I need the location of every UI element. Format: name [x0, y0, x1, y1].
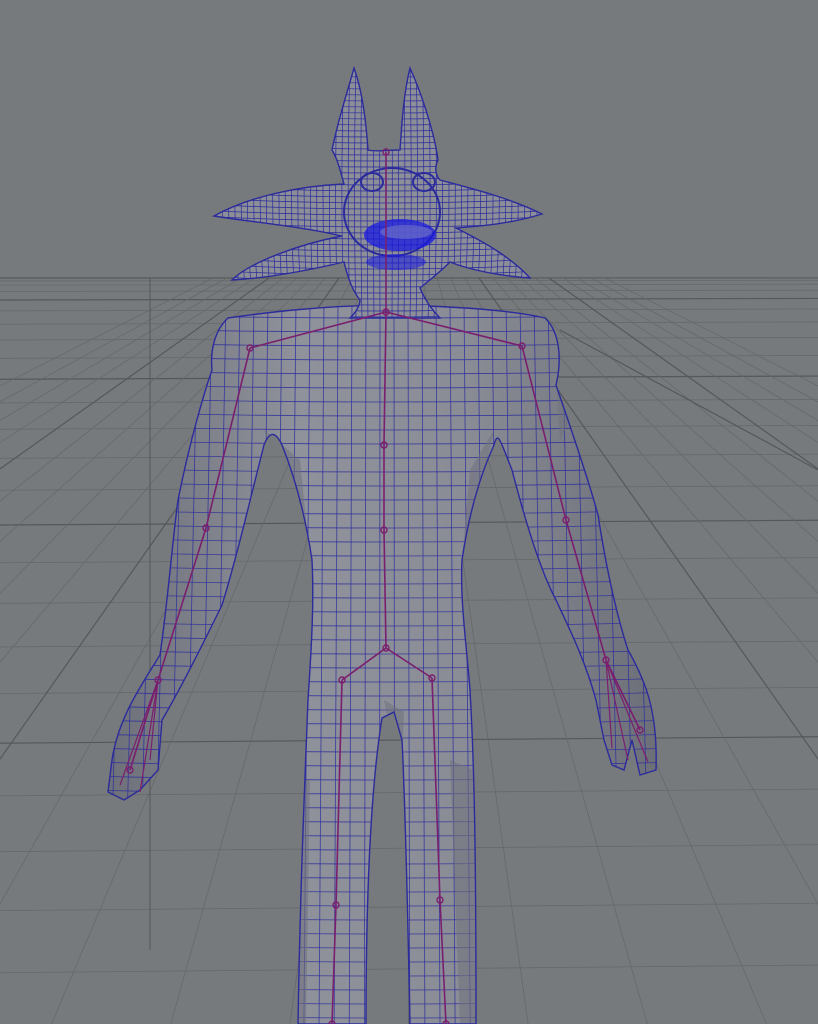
edge-loop: [108, 747, 657, 753]
edge-loop: [108, 817, 657, 823]
edge-loop: [108, 775, 657, 781]
perspective-view[interactable]: [0, 0, 818, 1024]
edge-loop: [214, 101, 542, 108]
edge-ring: [499, 68, 507, 318]
edge-loop: [108, 873, 657, 879]
edge-loop: [214, 89, 542, 96]
edge-loop: [108, 761, 657, 767]
edge-loop: [214, 131, 542, 138]
edge-ring: [505, 68, 513, 318]
edge-loop: [214, 125, 542, 132]
edge-loop: [200, 60, 560, 65]
edge-loop: [214, 137, 542, 144]
3d-viewport[interactable]: [0, 0, 818, 1024]
chin-detail: [366, 254, 426, 270]
edge-loop: [108, 733, 657, 739]
edge-ring: [77, 300, 100, 1024]
edge-loop: [108, 985, 657, 991]
edge-ring: [493, 68, 500, 318]
character-mesh[interactable]: [77, 60, 697, 1024]
grid-line: [534, 277, 818, 502]
edge-loop: [214, 83, 542, 90]
edge-ring: [529, 68, 538, 318]
edge-loop: [108, 789, 657, 795]
edge-loop: [108, 971, 657, 977]
edge-loop: [108, 915, 657, 921]
edge-loop: [108, 831, 657, 837]
edge-loop: [214, 113, 542, 120]
edge-loop: [108, 999, 657, 1005]
edge-loop: [214, 107, 542, 114]
edge-ring: [674, 300, 697, 1024]
edge-loop: [108, 1013, 657, 1019]
edge-ring: [548, 60, 556, 320]
edge-ring: [535, 68, 542, 318]
teeth: [380, 225, 432, 239]
edge-loop: [108, 859, 657, 865]
edge-ring: [511, 68, 519, 318]
edge-loop: [108, 943, 657, 949]
edge-loop: [108, 803, 657, 809]
edge-ring: [541, 68, 542, 318]
edge-ring: [481, 68, 488, 318]
edge-ring: [645, 305, 657, 1024]
edge-loop: [214, 68, 542, 72]
edge-loop: [214, 119, 542, 126]
edge-ring: [660, 300, 682, 1024]
edge-ring: [108, 305, 115, 1024]
grid-line: [604, 277, 818, 387]
edge-loop: [108, 887, 657, 893]
edge-ring: [122, 305, 143, 1024]
edge-ring: [554, 60, 562, 320]
edge-ring: [523, 68, 532, 318]
edge-loop: [108, 957, 657, 963]
edge-loop: [214, 143, 542, 150]
edge-loop: [214, 77, 542, 84]
edge-ring: [137, 305, 157, 1024]
edge-ring: [487, 68, 494, 318]
edge-ring: [517, 68, 525, 318]
edge-loop: [214, 71, 542, 78]
edge-loop: [108, 929, 657, 935]
edge-loop: [214, 95, 542, 102]
